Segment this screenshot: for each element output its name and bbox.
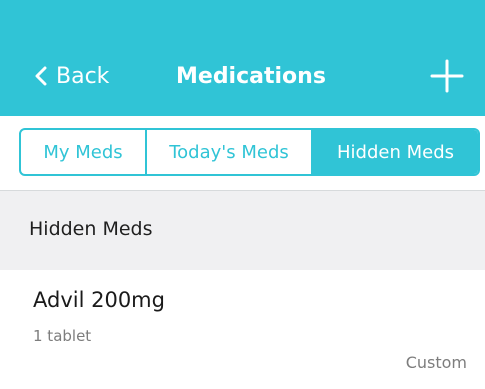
plus-icon xyxy=(430,59,464,93)
tab-hidden-meds[interactable]: Hidden Meds xyxy=(313,130,478,174)
med-list-item[interactable]: Advil 200mg 1 tablet Custom xyxy=(0,270,485,389)
back-label: Back xyxy=(56,63,110,89)
segmented-control: My Meds Today's Meds Hidden Meds xyxy=(19,128,480,176)
med-dose: 1 tablet xyxy=(33,327,92,345)
tab-todays-meds[interactable]: Today's Meds xyxy=(147,130,313,174)
med-name: Advil 200mg xyxy=(33,288,165,312)
nav-bar: Back Medications xyxy=(0,0,485,116)
section-header: Hidden Meds xyxy=(0,191,485,270)
tab-my-meds[interactable]: My Meds xyxy=(21,130,147,174)
back-button[interactable]: Back xyxy=(34,58,109,94)
add-medication-button[interactable] xyxy=(430,59,464,93)
section-header-label: Hidden Meds xyxy=(29,218,153,240)
page-title: Medications xyxy=(176,63,326,89)
chevron-left-icon xyxy=(35,66,47,86)
segment-bar: My Meds Today's Meds Hidden Meds xyxy=(0,116,485,190)
med-schedule: Custom xyxy=(405,353,467,372)
